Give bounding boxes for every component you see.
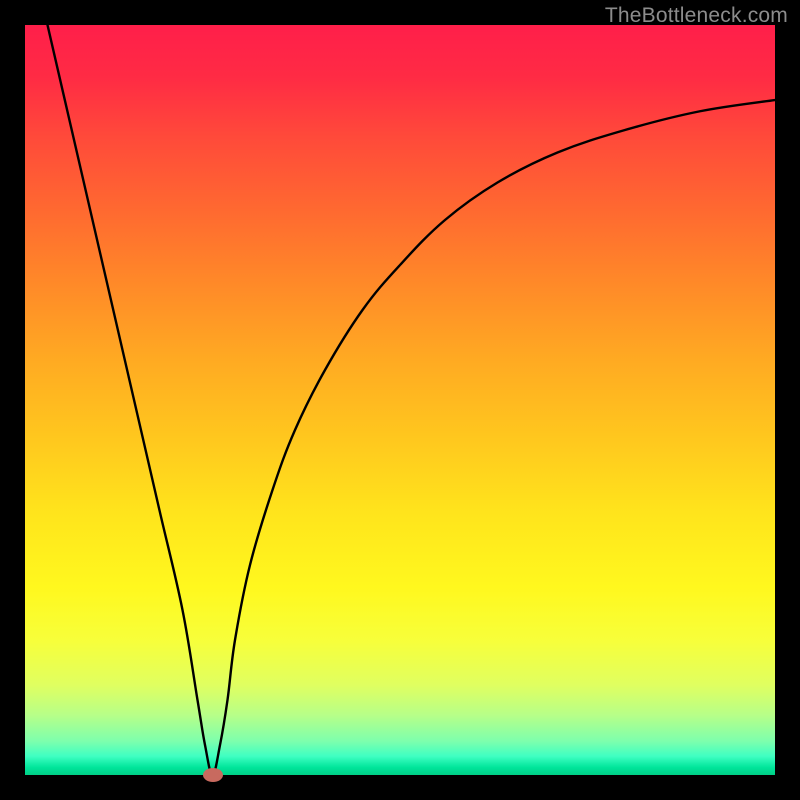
chart-frame: TheBottleneck.com: [0, 0, 800, 800]
optimum-marker: [203, 768, 223, 782]
curve-svg: [25, 25, 775, 775]
bottleneck-curve-path: [48, 25, 776, 775]
plot-area: [25, 25, 775, 775]
